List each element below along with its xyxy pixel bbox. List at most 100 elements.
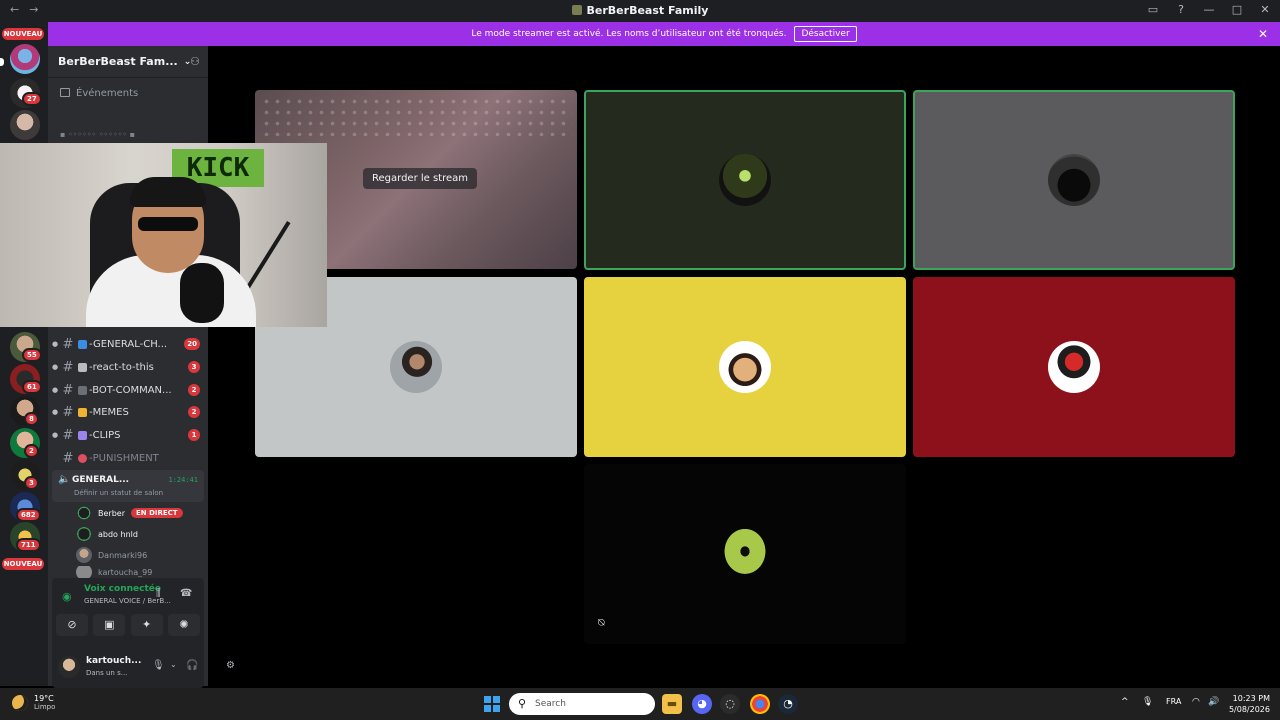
wifi-icon[interactable]: ◠ (1192, 697, 1200, 707)
film-emoji-icon (78, 430, 87, 440)
file-explorer-icon[interactable]: ▬ (662, 694, 682, 714)
avatar (76, 505, 92, 521)
mention-badge: 55 (22, 348, 42, 362)
voice-member[interactable]: abdo hnld (76, 524, 138, 544)
inbox-icon[interactable]: ▭ (1146, 3, 1160, 16)
calendar-icon (60, 88, 70, 97)
windows-taskbar: 19°C Limpo ⚲ Search ▬ ◕ ◌ ◔ ^ 🎙 FRA ◠ 🔊 … (0, 688, 1280, 720)
channel-name: -MEMES (89, 406, 129, 418)
channel-memes[interactable]: ● # -MEMES 2 (52, 402, 204, 422)
participant-tile-red[interactable] (913, 277, 1235, 457)
volume-icon[interactable]: 🔊 (1208, 697, 1219, 707)
channel-name: -BOT-COMMAN... (89, 384, 172, 396)
window-title-text: BerBerBeast Family (586, 4, 709, 17)
server-icon[interactable] (10, 44, 40, 74)
member-name: Berber (98, 508, 125, 518)
voice-channel-general[interactable]: 🔈 GENERAL... 1:24:41 Définir un statut d… (52, 470, 204, 502)
avatar (76, 526, 92, 542)
participant-tile-cartoon[interactable] (584, 277, 906, 457)
channel-general-chat[interactable]: ● # -GENERAL-CH... 20 (52, 334, 204, 354)
mention-badge: 8 (24, 412, 39, 426)
server-logo-icon (571, 5, 582, 15)
webcam-overlay: KICK (0, 143, 327, 327)
banner-message: Le mode streamer est activé. Les noms d’… (471, 29, 787, 39)
mention-badge: 27 (22, 92, 42, 106)
server-header[interactable]: BerBerBeast Fam... ⌄ ⚇ (48, 46, 208, 78)
avatar[interactable] (58, 656, 80, 678)
mention-count: 2 (188, 384, 200, 396)
invite-icon[interactable]: ⚇ (190, 55, 200, 68)
participant-avatar (1048, 154, 1100, 206)
unread-dot-icon: ● (52, 340, 59, 348)
avatar (76, 566, 92, 578)
maximize-icon[interactable]: □ (1230, 3, 1244, 16)
app-icon[interactable]: ◌ (720, 694, 740, 714)
signal-icon[interactable]: ◉ (62, 590, 72, 603)
voice-connected-label: Voix connectée (84, 584, 161, 594)
chevron-up-icon[interactable]: ^ (1121, 697, 1129, 707)
search-icon: ⚲ (518, 697, 527, 710)
window-title: BerBerBeast Family (0, 4, 1280, 17)
headphones-icon[interactable]: 🎧 (186, 660, 198, 671)
hash-icon: # (62, 359, 74, 375)
channel-react-to-this[interactable]: ● # -react-to-this 3 (52, 357, 204, 377)
set-channel-status[interactable]: Définir un statut de salon (74, 489, 163, 497)
channel-punishment[interactable]: # -PUNISHMENT (52, 448, 204, 468)
channel-clips[interactable]: ● # -CLIPS 1 (52, 425, 204, 445)
voice-channel-name: GENERAL... (72, 475, 130, 485)
microphone-tray-icon[interactable]: 🎙 (1142, 697, 1153, 707)
voice-member[interactable]: Danmarki96 (76, 545, 147, 565)
settings-gear-icon[interactable]: ⚙ (226, 660, 235, 671)
discord-icon[interactable]: ◕ (692, 694, 712, 714)
mention-badge: 61 (22, 380, 42, 394)
channel-sidebar: BerBerBeast Fam... ⌄ ⚇ Événements ▪ ◦◦◦◦… (48, 46, 235, 688)
steam-icon[interactable]: ◔ (778, 694, 798, 714)
new-badge: NOUVEAU (2, 28, 44, 40)
mention-count: 20 (184, 338, 200, 350)
server-icon[interactable] (10, 110, 40, 140)
voice-member[interactable]: Berber EN DIRECT (76, 503, 183, 523)
disable-streamer-mode-button[interactable]: Désactiver (794, 26, 857, 42)
noise-suppression-icon[interactable]: ⫼ (156, 588, 161, 599)
help-icon[interactable]: ? (1174, 3, 1188, 16)
eyes-emoji-icon (78, 362, 87, 372)
streamer-headset (130, 177, 206, 207)
camera-off-button[interactable]: ⊘ (56, 614, 88, 636)
new-badge: NOUVEAU (2, 558, 44, 570)
channel-bot-commands[interactable]: ● # -BOT-COMMAN... 2 (52, 380, 204, 400)
username: kartouch... (86, 656, 142, 666)
chrome-icon[interactable] (750, 694, 770, 714)
disconnect-icon[interactable]: ☎ (180, 588, 192, 599)
input-language[interactable]: FRA (1166, 697, 1181, 706)
voice-member[interactable]: kartoucha_99 (76, 566, 152, 578)
chevron-down-icon[interactable]: ⌄ (170, 660, 177, 669)
taskbar-search[interactable]: ⚲ Search (509, 693, 655, 715)
microphone-icon[interactable]: 🎙 (152, 660, 165, 671)
soundboard-button[interactable]: ✺ (167, 614, 200, 636)
minimize-icon[interactable]: — (1202, 3, 1216, 16)
unread-dot-icon: ● (52, 363, 59, 371)
participant-tile-hooded[interactable] (913, 90, 1235, 270)
screen-share-button[interactable]: ▣ (93, 614, 126, 636)
system-clock[interactable]: 10:23 PM 5/08/2026 (1229, 693, 1270, 715)
hash-icon: # (62, 450, 74, 466)
watch-stream-button[interactable]: Regarder le stream (363, 168, 478, 189)
temperature: 19°C (34, 694, 54, 703)
participant-tile-berberbeast[interactable] (584, 90, 906, 270)
close-window-icon[interactable]: ✕ (1258, 3, 1272, 16)
member-name: kartoucha_99 (98, 567, 153, 577)
voice-timer: 1:24:41 (168, 476, 198, 484)
participant-tile-alien[interactable]: ⍉ (584, 464, 906, 644)
weather-widget[interactable]: 19°C Limpo (12, 694, 55, 711)
streamer-mode-banner: Le mode streamer est activé. Les noms d’… (48, 22, 1280, 46)
events-link[interactable]: Événements (60, 88, 138, 99)
truncated-channel: ▪ ◦◦◦◦◦◦ ◦◦◦◦◦◦ ▪ (60, 130, 136, 139)
live-badge: EN DIRECT (131, 508, 183, 518)
activities-button[interactable]: ✦ (130, 614, 163, 636)
events-label: Événements (76, 88, 139, 99)
member-name: Danmarki96 (98, 550, 148, 560)
close-icon[interactable]: ✕ (1258, 27, 1268, 41)
channel-name: -GENERAL-CH... (89, 338, 168, 350)
clock-time: 10:23 PM (1232, 694, 1270, 703)
windows-start-icon[interactable] (484, 696, 500, 712)
